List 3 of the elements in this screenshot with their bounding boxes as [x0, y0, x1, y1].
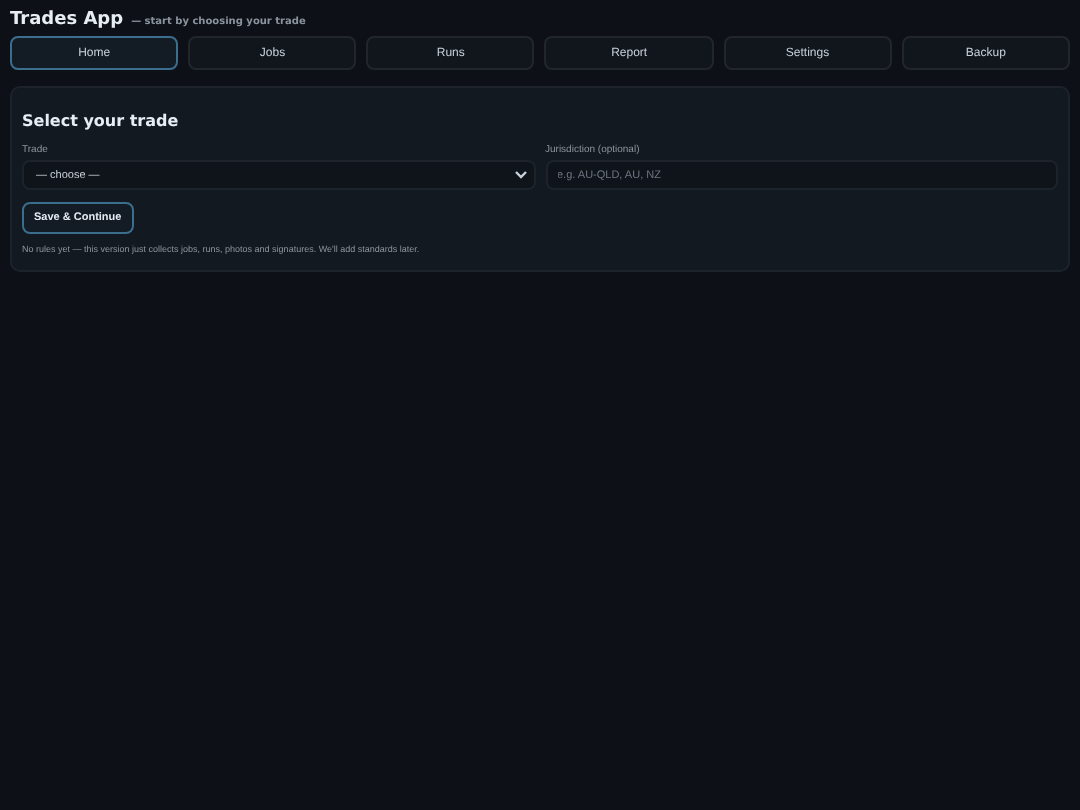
card-title: Select your trade: [22, 112, 181, 130]
chevron-icon: [513, 170, 527, 180]
app-title: Trades App: [10, 10, 124, 30]
